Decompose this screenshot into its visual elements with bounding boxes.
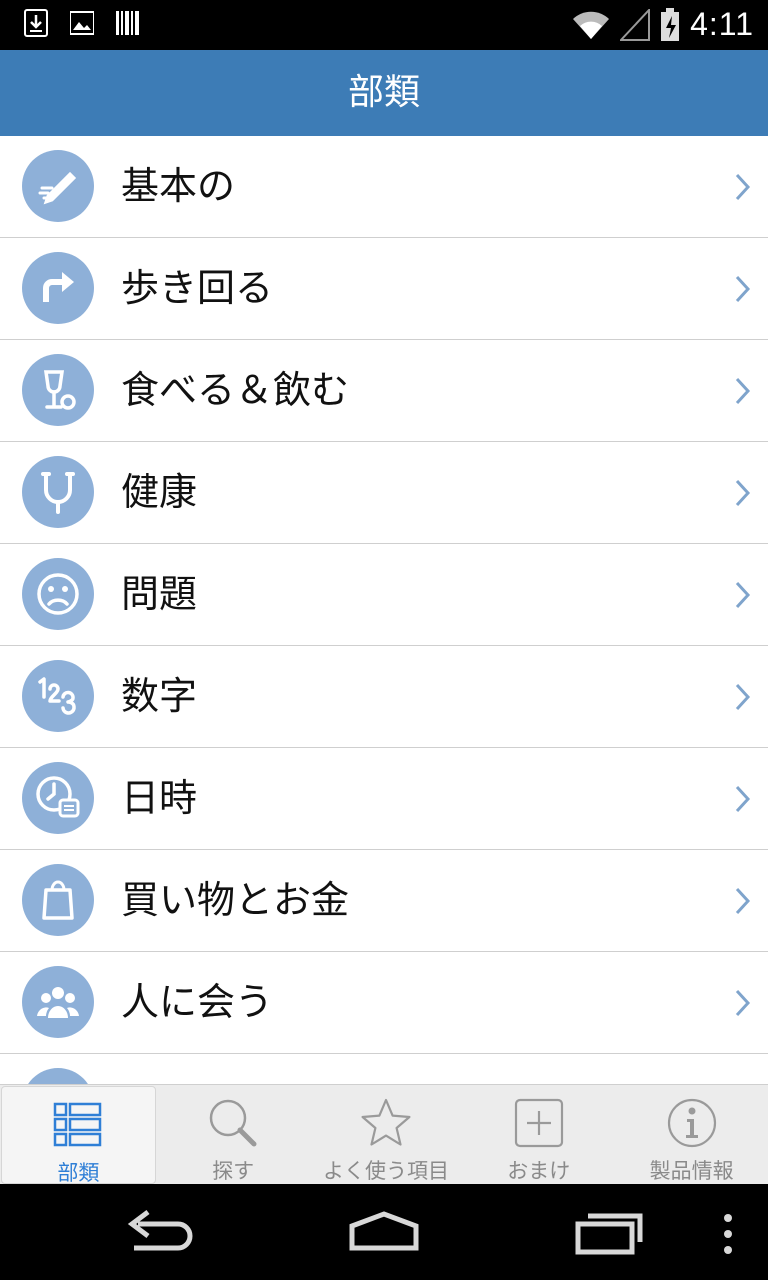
app-bar: 部類 — [0, 50, 768, 136]
numbers-icon — [22, 660, 94, 732]
search-icon — [209, 1099, 257, 1147]
back-icon[interactable] — [124, 1202, 196, 1262]
category-row-partial[interactable] — [0, 1054, 768, 1084]
chevron-right-icon — [735, 785, 751, 813]
category-label: 人に会う — [121, 980, 274, 1024]
battery-charging-icon — [661, 7, 680, 41]
category-row-health[interactable]: 健康 — [0, 442, 768, 544]
home-icon[interactable] — [346, 1202, 422, 1262]
category-label: 食べる＆飲む — [121, 368, 350, 412]
sad-face-icon — [22, 558, 94, 630]
status-clock: 4:11 — [690, 6, 754, 42]
image-notification-icon — [70, 11, 94, 35]
category-icon — [22, 1068, 94, 1084]
system-navigation-bar — [0, 1184, 768, 1280]
chevron-right-icon — [735, 581, 751, 609]
category-label: 健康 — [121, 470, 198, 514]
star-icon — [361, 1098, 411, 1146]
plus-box-icon — [514, 1098, 563, 1148]
info-icon — [667, 1098, 716, 1148]
chevron-right-icon — [735, 479, 751, 507]
tab-label: 製品情報 — [649, 1159, 734, 1183]
list-icon — [54, 1102, 102, 1147]
category-row-numbers[interactable]: 数字 — [0, 646, 768, 748]
category-label: 日時 — [121, 776, 198, 820]
barcode-notification-icon — [116, 11, 139, 35]
chevron-right-icon — [735, 275, 751, 303]
category-row-date-time[interactable]: 日時 — [0, 748, 768, 850]
turn-arrow-icon — [22, 252, 94, 324]
status-bar: 4:11 — [0, 0, 768, 50]
category-label: 買い物とお金 — [121, 878, 350, 922]
stethoscope-icon — [22, 456, 94, 528]
category-row-shopping-money[interactable]: 買い物とお金 — [0, 850, 768, 952]
recent-apps-icon[interactable] — [574, 1202, 646, 1262]
tab-label: おまけ — [507, 1159, 571, 1183]
tab-favorites[interactable]: よく使う項目 — [310, 1085, 463, 1185]
tab-label: 探す — [212, 1159, 255, 1183]
chevron-right-icon — [735, 887, 751, 915]
chevron-right-icon — [735, 989, 751, 1017]
tab-extras[interactable]: おまけ — [462, 1085, 615, 1185]
shopping-bag-icon — [22, 864, 94, 936]
tab-product-info[interactable]: 製品情報 — [615, 1085, 768, 1185]
category-label: 歩き回る — [121, 266, 274, 310]
chevron-right-icon — [735, 683, 751, 711]
category-list[interactable]: 基本の 歩き回る 食べる＆飲む 健康 問題 数字 日時 買い物とお金 人に会う — [0, 136, 768, 1084]
category-row-meeting-people[interactable]: 人に会う — [0, 952, 768, 1054]
category-row-getting-around[interactable]: 歩き回る — [0, 238, 768, 340]
cell-signal-icon — [620, 8, 651, 41]
category-row-basics[interactable]: 基本の — [0, 136, 768, 238]
category-label: 数字 — [121, 674, 198, 718]
page-title: 部類 — [347, 72, 420, 113]
overflow-menu-icon[interactable] — [718, 1202, 738, 1262]
category-row-eat-drink[interactable]: 食べる＆飲む — [0, 340, 768, 442]
tab-label: 部類 — [57, 1161, 100, 1185]
tab-categories[interactable]: 部類 — [1, 1086, 156, 1185]
wifi-icon — [573, 11, 610, 39]
tab-label: よく使う項目 — [322, 1159, 449, 1183]
chevron-right-icon — [735, 377, 751, 405]
bottom-tab-bar: 部類 探す よく使う項目 おまけ 製品情報 — [0, 1084, 768, 1185]
tab-search[interactable]: 探す — [157, 1085, 310, 1185]
clock-calendar-icon — [22, 762, 94, 834]
chevron-right-icon — [735, 173, 751, 201]
download-notification-icon — [24, 9, 48, 37]
pencil-icon — [22, 150, 94, 222]
wine-glass-icon — [22, 354, 94, 426]
category-label: 問題 — [121, 572, 198, 616]
category-row-problems[interactable]: 問題 — [0, 544, 768, 646]
category-label: 基本の — [121, 164, 236, 208]
people-icon — [22, 966, 94, 1038]
